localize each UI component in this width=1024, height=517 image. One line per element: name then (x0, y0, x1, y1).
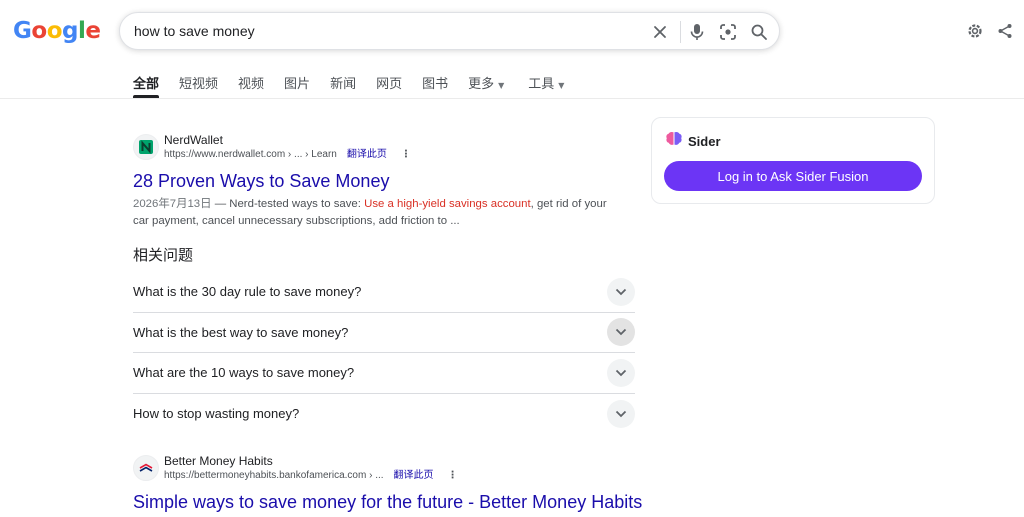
question-text: What is the 30 day rule to save money? (133, 284, 362, 300)
site-name: Better Money Habits (164, 454, 273, 468)
result-site-row[interactable]: NerdWallet https://www.nerdwallet.com › … (133, 131, 613, 163)
result-title-link[interactable]: Simple ways to save money for the future… (133, 490, 642, 514)
header-divider (0, 98, 1024, 99)
tab-all[interactable]: 全部 (133, 73, 160, 98)
settings-icon[interactable] (964, 20, 986, 42)
search-result: Better Money Habits https://bettermoneyh… (133, 452, 642, 514)
snippet-date: 2026年7月13日 (133, 198, 212, 210)
more-options-icon[interactable]: ⋮ (401, 149, 411, 160)
sider-brain-icon (665, 131, 683, 152)
search-box[interactable] (119, 12, 780, 50)
tab-label: 视频 (238, 77, 265, 92)
search-icon[interactable] (748, 21, 770, 43)
tab-videos[interactable]: 视频 (238, 73, 264, 97)
snippet-text: — Nerd-tested ways to save: (211, 198, 365, 210)
result-site-row[interactable]: Better Money Habits https://bettermoneyh… (133, 452, 613, 484)
question-text: What is the best way to save money? (133, 324, 349, 340)
tab-label: 工具 (528, 77, 555, 92)
chevron-down-icon[interactable] (607, 358, 635, 387)
lens-icon[interactable] (717, 21, 739, 43)
tab-label: 全部 (133, 77, 160, 92)
tab-tools[interactable]: 工具 ▼ (528, 73, 564, 97)
tab-short-videos[interactable]: 短视频 (179, 73, 218, 97)
logo-letter: G (13, 18, 32, 44)
result-title-link[interactable]: 28 Proven Ways to Save Money (133, 169, 613, 193)
url-text: https://bettermoneyhabits.bankofamerica.… (164, 470, 384, 481)
search-tabs: 全部 短视频 视频 图片 新闻 网页 图书 更多 ▼ 工具 ▼ (133, 73, 584, 98)
related-questions-title: 相关问题 (133, 246, 194, 264)
sider-panel: Sider Log in to Ask Sider Fusion (651, 117, 935, 204)
sider-title: Sider (688, 134, 721, 149)
tab-label: 图片 (284, 77, 311, 92)
tab-label: 更多 (468, 77, 495, 92)
logo-letter: o (46, 18, 63, 44)
question-text: What are the 10 ways to save money? (133, 365, 355, 381)
tab-label: 图书 (422, 77, 449, 92)
tab-news[interactable]: 新闻 (330, 73, 356, 97)
translate-link[interactable]: 翻译此页 (347, 149, 387, 160)
question-item[interactable]: What is the 30 day rule to save money? (133, 272, 635, 313)
question-text: How to stop wasting money? (133, 406, 300, 422)
tab-label: 网页 (376, 77, 403, 92)
microphone-icon[interactable] (686, 21, 708, 43)
chevron-down-icon[interactable] (607, 399, 635, 428)
tab-label: 新闻 (330, 77, 357, 92)
logo-letter: e (85, 18, 101, 44)
tab-web[interactable]: 网页 (376, 73, 402, 97)
search-result: NerdWallet https://www.nerdwallet.com › … (133, 131, 613, 230)
question-item[interactable]: What is the best way to save money? (133, 313, 635, 353)
site-url: https://bettermoneyhabits.bankofamerica.… (164, 469, 458, 483)
share-icon[interactable] (994, 20, 1016, 42)
site-name: NerdWallet (164, 133, 223, 147)
clear-icon[interactable] (649, 21, 671, 43)
tab-label: 短视频 (179, 77, 219, 92)
nerdwallet-favicon-icon (133, 134, 159, 160)
chevron-down-icon: ▼ (558, 81, 565, 90)
logo-letter: o (31, 18, 47, 44)
translate-link[interactable]: 翻译此页 (394, 470, 434, 481)
result-snippet: 2026年7月13日 — Nerd-tested ways to save: U… (133, 196, 608, 230)
tab-more[interactable]: 更多 ▼ (468, 73, 504, 97)
question-item[interactable]: How to stop wasting money? (133, 394, 635, 435)
snippet-highlight: Use a high-yield savings account (364, 198, 531, 210)
logo-letter: g (62, 18, 78, 44)
question-item[interactable]: What are the 10 ways to save money? (133, 353, 635, 394)
tab-books[interactable]: 图书 (422, 73, 448, 97)
logo-letter: l (77, 18, 86, 44)
tab-images[interactable]: 图片 (284, 73, 310, 97)
sider-header: Sider (665, 131, 721, 152)
chevron-down-icon[interactable] (607, 277, 635, 306)
more-options-icon[interactable]: ⋮ (448, 470, 458, 481)
site-url: https://www.nerdwallet.com › ... › Learn… (164, 148, 411, 162)
search-input[interactable] (134, 23, 614, 39)
chevron-down-icon: ▼ (498, 81, 505, 90)
google-logo[interactable]: Google (13, 18, 101, 44)
bank-of-america-favicon-icon (133, 455, 159, 481)
sider-login-button[interactable]: Log in to Ask Sider Fusion (664, 161, 922, 191)
related-questions: 相关问题 What is the 30 day rule to save mon… (133, 244, 635, 434)
url-text: https://www.nerdwallet.com › ... › Learn (164, 149, 337, 160)
chevron-down-icon[interactable] (607, 318, 635, 347)
search-divider (680, 21, 681, 43)
